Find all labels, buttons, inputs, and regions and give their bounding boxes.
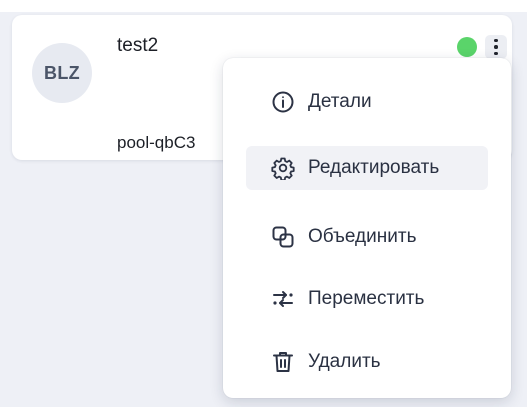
- menu-item-details[interactable]: Детали: [246, 80, 488, 124]
- menu-item-label: Переместить: [308, 288, 425, 309]
- top-strip: [0, 0, 527, 12]
- trash-icon: [270, 349, 296, 375]
- more-options-button[interactable]: [485, 35, 507, 59]
- move-icon: [270, 286, 296, 312]
- menu-item-label: Объединить: [308, 226, 417, 247]
- merge-icon: [270, 224, 296, 250]
- menu-item-delete[interactable]: Удалить: [246, 340, 488, 384]
- gear-icon: [270, 155, 296, 181]
- menu-item-merge[interactable]: Объединить: [246, 215, 488, 259]
- menu-item-move[interactable]: Переместить: [246, 277, 488, 321]
- card-subtitle: pool-qbC3: [117, 133, 196, 152]
- info-icon: [270, 89, 296, 115]
- page: BLZ test2 pool-qbC3 Детали Редактировать…: [0, 0, 527, 407]
- kebab-dot: [494, 38, 498, 43]
- context-menu: Детали Редактировать Объединить Перемест…: [223, 58, 511, 398]
- menu-item-label: Редактировать: [308, 157, 440, 178]
- menu-item-edit[interactable]: Редактировать: [246, 146, 488, 190]
- avatar: BLZ: [32, 43, 92, 103]
- kebab-dot: [494, 45, 498, 49]
- menu-item-label: Удалить: [308, 351, 381, 372]
- menu-item-label: Детали: [308, 91, 372, 112]
- status-indicator: [457, 37, 477, 57]
- kebab-dot: [494, 51, 498, 56]
- card-title: test2: [117, 35, 159, 56]
